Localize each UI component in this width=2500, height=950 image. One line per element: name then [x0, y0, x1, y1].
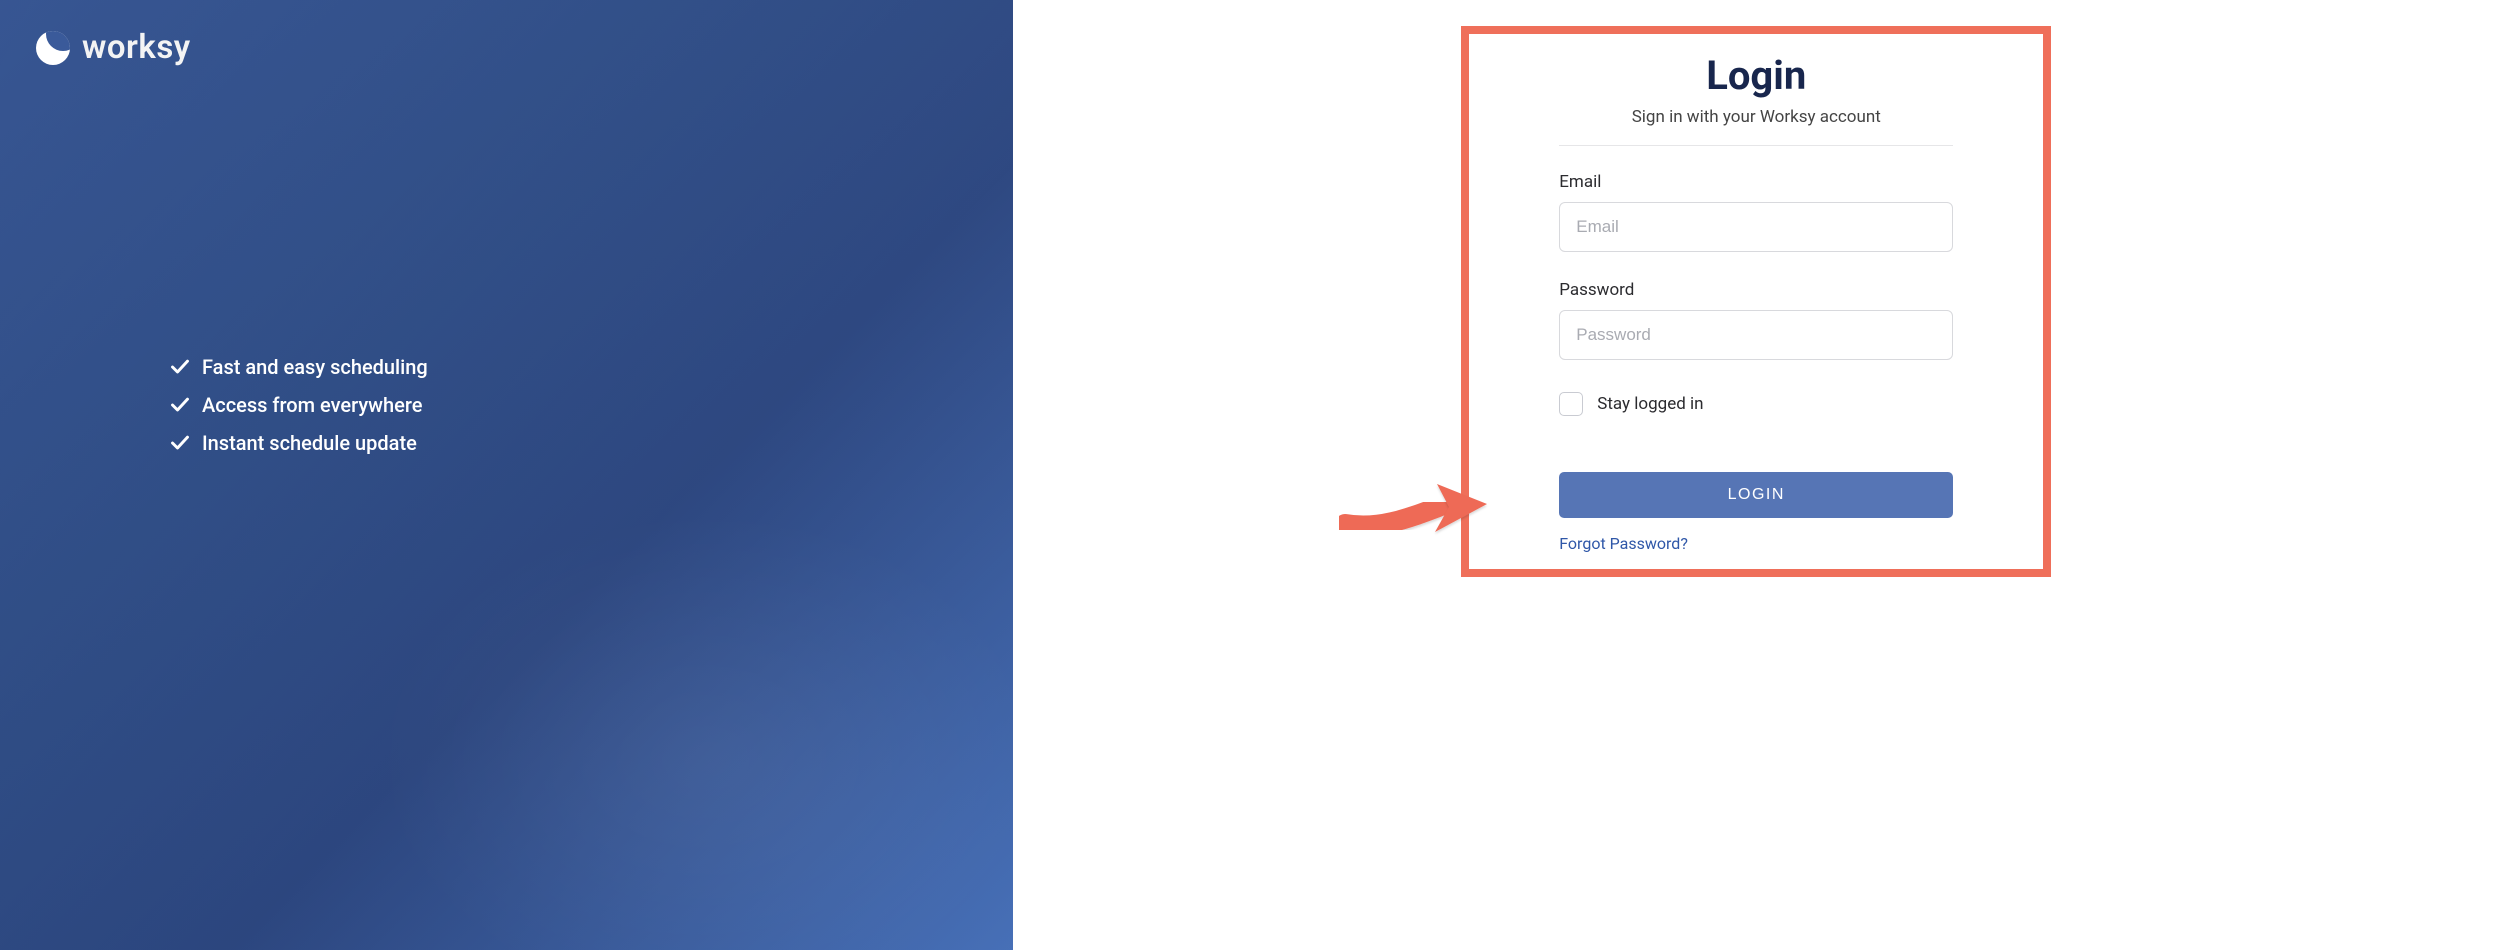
brand-logo-row: worksy: [36, 28, 977, 67]
marketing-panel: worksy Fast and easy scheduling Access f…: [0, 0, 1013, 950]
brand-name: worksy: [82, 28, 191, 67]
annotation-arrow-icon: [1339, 478, 1489, 558]
feature-list: Fast and easy scheduling Access from eve…: [170, 355, 428, 455]
password-label: Password: [1559, 280, 1953, 300]
feature-text: Access from everywhere: [202, 393, 422, 417]
stay-logged-in-checkbox[interactable]: [1559, 392, 1583, 416]
feature-text: Instant schedule update: [202, 431, 417, 455]
forgot-password-link[interactable]: Forgot Password?: [1559, 534, 1688, 553]
login-button[interactable]: LOGIN: [1559, 472, 1953, 518]
check-icon: [170, 395, 190, 415]
feature-item: Fast and easy scheduling: [170, 355, 428, 379]
email-label: Email: [1559, 172, 1953, 192]
login-subtitle: Sign in with your Worksy account: [1559, 107, 1953, 127]
check-icon: [170, 357, 190, 377]
feature-item: Access from everywhere: [170, 393, 428, 417]
stay-logged-in-label: Stay logged in: [1597, 394, 1703, 414]
check-icon: [170, 433, 190, 453]
login-card: Login Sign in with your Worksy account E…: [1461, 26, 2051, 577]
divider: [1559, 145, 1953, 146]
auth-area: Login Sign in with your Worksy account E…: [1013, 0, 2500, 950]
password-field[interactable]: [1559, 310, 1953, 360]
moon-icon: [36, 31, 70, 65]
background-decoration: [0, 0, 1013, 950]
login-title: Login: [1559, 52, 1953, 99]
email-field[interactable]: [1559, 202, 1953, 252]
stay-logged-in-row: Stay logged in: [1559, 392, 1953, 416]
feature-text: Fast and easy scheduling: [202, 355, 428, 379]
feature-item: Instant schedule update: [170, 431, 428, 455]
